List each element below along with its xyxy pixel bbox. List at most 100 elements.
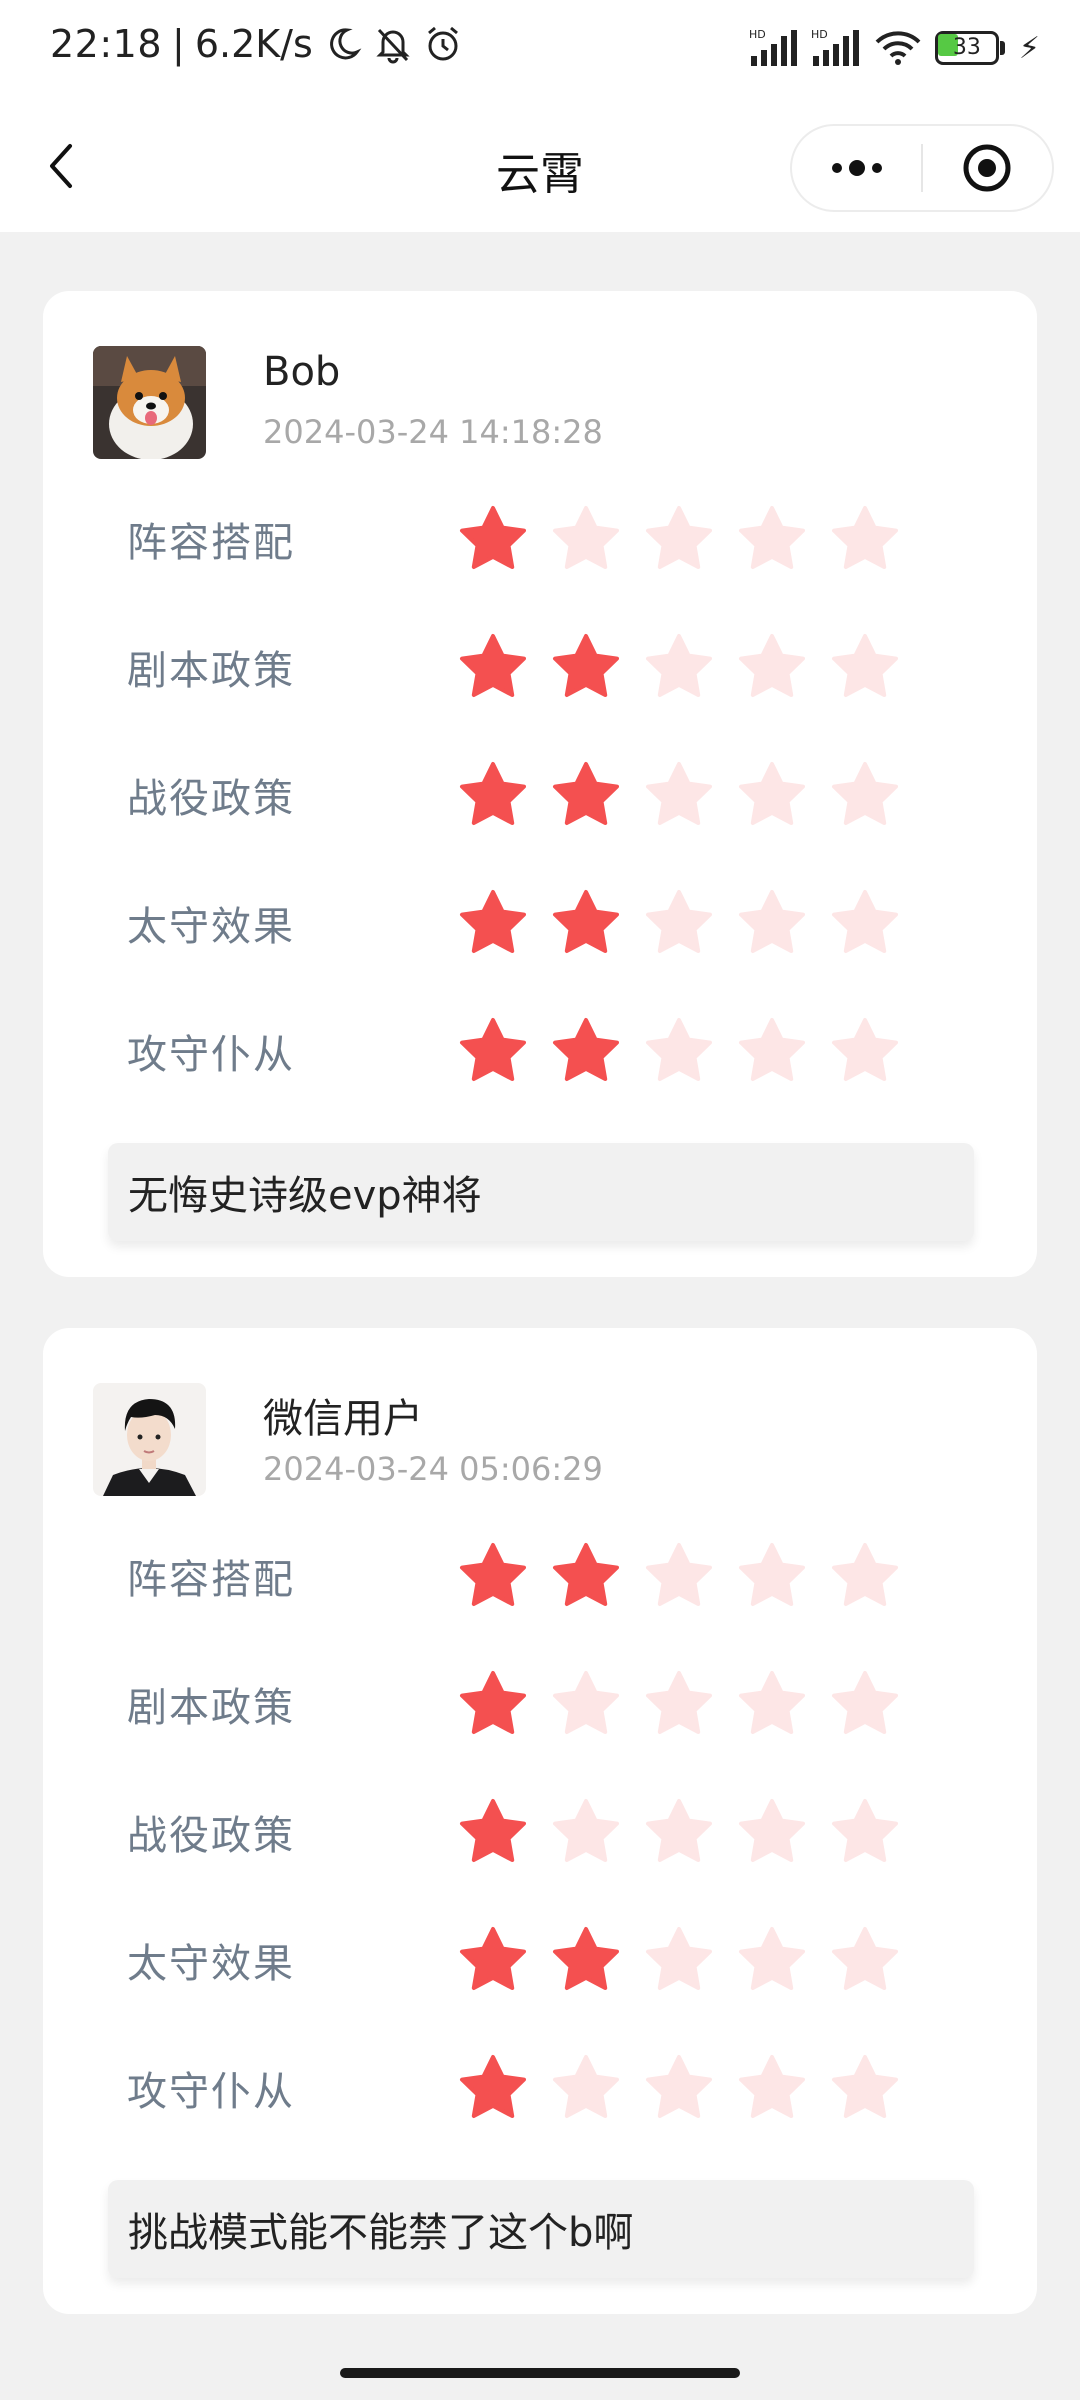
star-empty-icon[interactable] — [643, 1015, 715, 1087]
star-empty-icon[interactable] — [829, 1924, 901, 1996]
moon-icon — [329, 28, 362, 60]
wifi-icon — [875, 31, 921, 65]
rating-row: 剧本政策 — [127, 627, 987, 707]
rating-row: 战役政策 — [127, 755, 987, 835]
signal-icon: HD — [749, 28, 797, 66]
star-filled-icon[interactable] — [457, 1540, 529, 1612]
star-rating — [457, 759, 901, 831]
star-empty-icon[interactable] — [736, 1668, 808, 1740]
star-empty-icon[interactable] — [550, 1668, 622, 1740]
star-filled-icon[interactable] — [550, 1924, 622, 1996]
user-name: Bob — [263, 349, 341, 395]
more-button[interactable] — [792, 124, 921, 212]
star-empty-icon[interactable] — [829, 631, 901, 703]
star-filled-icon[interactable] — [457, 2052, 529, 2124]
user-avatar-image — [93, 1383, 206, 1496]
review-timestamp: 2024-03-24 05:06:29 — [263, 1450, 603, 1488]
charging-icon: ⚡ — [1018, 30, 1040, 66]
star-rating — [457, 1668, 901, 1740]
rating-label: 战役政策 — [127, 1813, 295, 1859]
star-rating — [457, 631, 901, 703]
review-timestamp: 2024-03-24 14:18:28 — [263, 413, 603, 451]
star-empty-icon[interactable] — [736, 887, 808, 959]
rating-row: 太守效果 — [127, 1920, 987, 2000]
star-filled-icon[interactable] — [457, 759, 529, 831]
star-filled-icon[interactable] — [550, 631, 622, 703]
review-comment: 挑战模式能不能禁了这个b啊 — [108, 2180, 974, 2278]
status-bar: 22:18 | 6.2K/s HD HD 33 ⚡ — [0, 0, 1080, 100]
star-empty-icon[interactable] — [643, 1924, 715, 1996]
star-empty-icon[interactable] — [829, 759, 901, 831]
rating-row: 阵容搭配 — [127, 1536, 987, 1616]
rating-label: 太守效果 — [127, 1941, 295, 1987]
star-empty-icon[interactable] — [829, 1540, 901, 1612]
mini-program-capsule — [790, 124, 1054, 212]
rating-label: 攻守仆从 — [127, 1032, 295, 1078]
star-empty-icon[interactable] — [829, 1796, 901, 1868]
star-empty-icon[interactable] — [643, 631, 715, 703]
star-filled-icon[interactable] — [457, 887, 529, 959]
star-empty-icon[interactable] — [736, 503, 808, 575]
star-empty-icon[interactable] — [643, 503, 715, 575]
star-filled-icon[interactable] — [457, 631, 529, 703]
battery-icon: 33 — [934, 31, 1007, 65]
star-filled-icon[interactable] — [457, 503, 529, 575]
star-empty-icon[interactable] — [550, 1796, 622, 1868]
star-empty-icon[interactable] — [736, 1540, 808, 1612]
rating-label: 剧本政策 — [127, 1685, 295, 1731]
star-rating — [457, 1540, 901, 1612]
star-filled-icon[interactable] — [457, 1796, 529, 1868]
star-rating — [457, 1015, 901, 1087]
star-empty-icon[interactable] — [829, 1668, 901, 1740]
svg-text:HD: HD — [811, 28, 828, 41]
battery-level: 33 — [952, 35, 981, 60]
star-empty-icon[interactable] — [643, 1540, 715, 1612]
status-network-speed: 6.2K/s — [194, 22, 313, 66]
star-filled-icon[interactable] — [550, 1015, 622, 1087]
star-empty-icon[interactable] — [829, 1015, 901, 1087]
star-filled-icon[interactable] — [457, 1668, 529, 1740]
bell-off-icon — [376, 28, 410, 64]
star-empty-icon[interactable] — [643, 1796, 715, 1868]
star-empty-icon[interactable] — [736, 1796, 808, 1868]
svg-text:HD: HD — [749, 28, 766, 41]
avatar[interactable] — [93, 346, 206, 459]
star-empty-icon[interactable] — [550, 2052, 622, 2124]
star-rating — [457, 2052, 901, 2124]
star-empty-icon[interactable] — [736, 1924, 808, 1996]
nav-bar: 云霄 — [0, 100, 1080, 232]
rating-row: 剧本政策 — [127, 1664, 987, 1744]
signal-2-icon: HD — [811, 28, 859, 66]
star-empty-icon[interactable] — [736, 759, 808, 831]
star-empty-icon[interactable] — [829, 2052, 901, 2124]
star-filled-icon[interactable] — [550, 887, 622, 959]
status-time: 22:18 — [50, 22, 163, 66]
status-right: HD HD 33 ⚡ — [749, 28, 1040, 68]
star-empty-icon[interactable] — [736, 2052, 808, 2124]
star-filled-icon[interactable] — [550, 1540, 622, 1612]
avatar[interactable] — [93, 1383, 206, 1496]
rating-label: 太守效果 — [127, 904, 295, 950]
star-empty-icon[interactable] — [736, 1015, 808, 1087]
star-empty-icon[interactable] — [643, 759, 715, 831]
close-mini-program-button[interactable] — [923, 124, 1052, 212]
dog-avatar-image — [93, 346, 206, 459]
star-empty-icon[interactable] — [550, 503, 622, 575]
rating-row: 战役政策 — [127, 1792, 987, 1872]
rating-row: 攻守仆从 — [127, 1011, 987, 1091]
star-filled-icon[interactable] — [457, 1924, 529, 1996]
star-empty-icon[interactable] — [643, 2052, 715, 2124]
status-left: 22:18 | 6.2K/s — [50, 22, 463, 66]
star-empty-icon[interactable] — [736, 631, 808, 703]
star-filled-icon[interactable] — [457, 1015, 529, 1087]
rating-label: 攻守仆从 — [127, 2069, 295, 2115]
star-empty-icon[interactable] — [829, 503, 901, 575]
star-empty-icon[interactable] — [643, 1668, 715, 1740]
star-empty-icon[interactable] — [829, 887, 901, 959]
star-empty-icon[interactable] — [643, 887, 715, 959]
rating-row: 阵容搭配 — [127, 499, 987, 579]
star-filled-icon[interactable] — [550, 759, 622, 831]
user-name: 微信用户 — [263, 1396, 423, 1442]
rating-label: 阵容搭配 — [127, 520, 295, 566]
home-indicator[interactable] — [340, 2368, 740, 2378]
